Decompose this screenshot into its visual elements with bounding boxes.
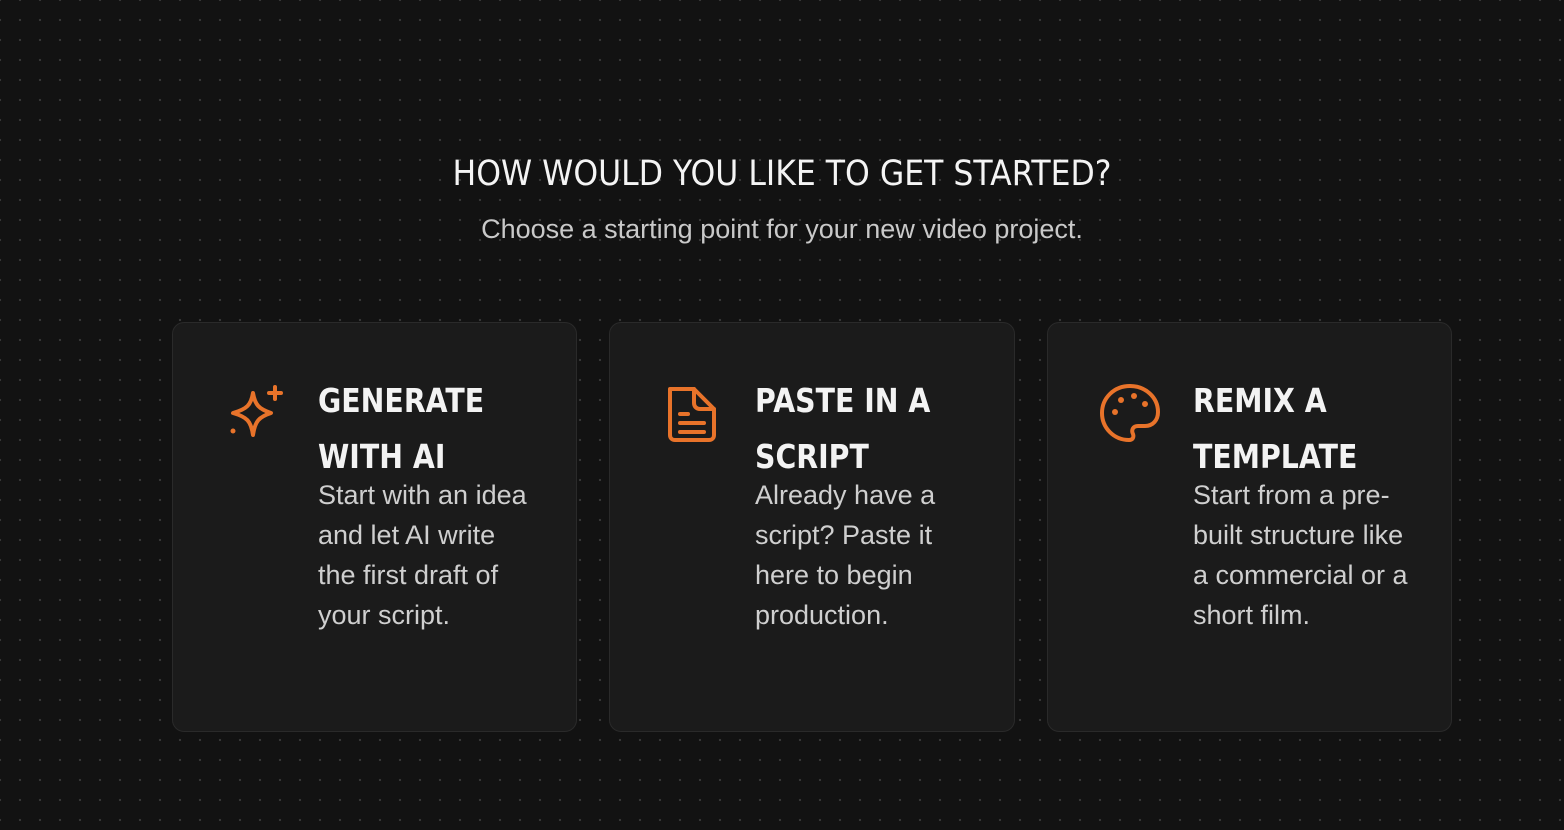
paste-script-text: PASTE IN A SCRIPT Already have a script?… [755, 373, 975, 635]
page-header: HOW WOULD YOU LIKE TO GET STARTED? Choos… [0, 146, 1564, 246]
start-options: GENERATE WITH AI Start with an idea and … [172, 322, 1452, 734]
card-title-line: WITH AI [318, 437, 446, 476]
card-title-line: REMIX A [1193, 381, 1327, 420]
sparkle-icon [223, 381, 287, 445]
remix-template-text: REMIX A TEMPLATE Start from a pre-built … [1193, 373, 1413, 635]
page-subtitle: Choose a starting point for your new vid… [481, 214, 1083, 244]
card-title: PASTE IN A SCRIPT [755, 373, 970, 485]
palette-icon [1098, 381, 1162, 445]
generate-with-ai-card[interactable]: GENERATE WITH AI Start with an idea and … [172, 322, 577, 732]
card-title: REMIX A TEMPLATE [1193, 373, 1408, 485]
card-title-line: SCRIPT [755, 437, 869, 476]
page-title: HOW WOULD YOU LIKE TO GET STARTED? [452, 154, 1112, 194]
card-description: Start with an idea and let AI write the … [318, 480, 527, 630]
card-title-line: GENERATE [318, 381, 485, 420]
remix-template-card[interactable]: REMIX A TEMPLATE Start from a pre-built … [1047, 322, 1452, 732]
card-title-line: TEMPLATE [1193, 437, 1358, 476]
document-icon [660, 381, 724, 445]
card-title-line: PASTE IN A [755, 381, 931, 420]
paste-script-card[interactable]: PASTE IN A SCRIPT Already have a script?… [609, 322, 1015, 732]
card-description: Already have a script? Paste it here to … [755, 480, 936, 630]
generate-with-ai-text: GENERATE WITH AI Start with an idea and … [318, 373, 538, 635]
card-description: Start from a pre-built structure like a … [1193, 480, 1408, 630]
card-title: GENERATE WITH AI [318, 373, 533, 485]
